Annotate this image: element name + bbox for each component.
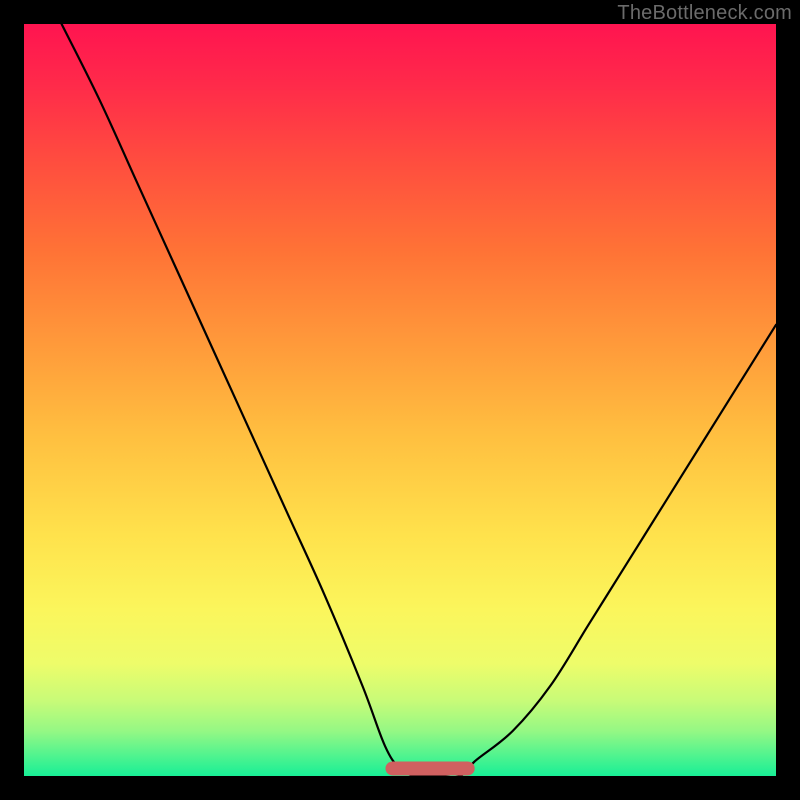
chart-frame: TheBottleneck.com — [0, 0, 800, 800]
chart-plot-area — [24, 24, 776, 776]
watermark-text: TheBottleneck.com — [617, 2, 792, 25]
chart-svg — [24, 24, 776, 776]
bottleneck-curve-line — [62, 24, 776, 776]
